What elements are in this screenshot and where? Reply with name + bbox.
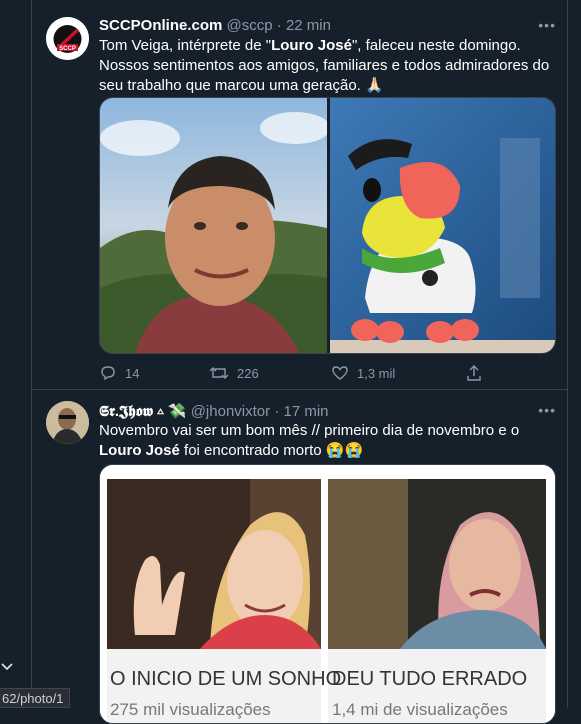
- more-options-icon[interactable]: •••: [538, 17, 556, 33]
- like-button[interactable]: 1,3 mil: [331, 364, 395, 382]
- timestamp[interactable]: 17 min: [283, 403, 328, 420]
- tweet-jhonvixtor[interactable]: 𝕾𝖗.𝕵𝖍𝖔𝖜 ▵ 💸 @jhonvixtor · 17 min ••• Nov…: [32, 391, 568, 724]
- handle[interactable]: @sccp: [227, 17, 273, 34]
- caption-left: O INICIO DE UM SONHO: [110, 668, 341, 690]
- money-emoji: 💸: [167, 403, 187, 420]
- avatar-jhonvixtor[interactable]: [46, 401, 89, 444]
- caption-right: DEU TUDO ERRADO: [332, 668, 527, 690]
- timeline: SCCP SCCPOnline.com @sccp · 22 min ••• T…: [31, 0, 568, 724]
- reply-icon: [101, 366, 115, 381]
- like-count: 1,3 mil: [357, 365, 396, 381]
- photo-tom-veiga[interactable]: [100, 98, 330, 354]
- photo-louro-jose[interactable]: [330, 98, 556, 354]
- share-button[interactable]: [465, 364, 483, 382]
- tweet-header: 𝕾𝖗.𝕵𝖍𝖔𝖜 ▵ 💸 @jhonvixtor · 17 min: [99, 403, 329, 420]
- tweet-text: Tom Veiga, intérprete de "Louro José", f…: [99, 37, 550, 94]
- tweet-sccp[interactable]: SCCP SCCPOnline.com @sccp · 22 min ••• T…: [32, 0, 568, 390]
- reply-count: 14: [125, 365, 140, 381]
- avatar-photo: [46, 401, 89, 444]
- tweet-actions: 14 226 1,3 mil: [99, 364, 489, 384]
- svg-text:SCCP: SCCP: [59, 46, 76, 52]
- more-options-icon[interactable]: •••: [538, 402, 556, 418]
- display-name[interactable]: SCCPOnline.com: [99, 17, 222, 34]
- avatar-sccp[interactable]: SCCP: [46, 17, 89, 60]
- photo-inicio[interactable]: [107, 479, 321, 649]
- heart-icon: [332, 366, 348, 380]
- scrollbar[interactable]: [569, 0, 581, 708]
- reply-button[interactable]: 14: [99, 364, 139, 382]
- display-name[interactable]: 𝕾𝖗.𝕵𝖍𝖔𝖜 ▵: [99, 403, 164, 420]
- status-url-tooltip: 62/photo/1: [0, 688, 71, 708]
- views-left: 275 mil visualizações: [110, 700, 271, 719]
- tweet-text: Novembro vai ser um bom mês // primeiro …: [99, 422, 520, 459]
- handle[interactable]: @jhonvixtor: [191, 403, 270, 420]
- tweet-media[interactable]: O INICIO DE UM SONHO DEU TUDO ERRADO 275…: [99, 464, 556, 724]
- retweet-button[interactable]: 226: [209, 364, 259, 382]
- timestamp[interactable]: 22 min: [286, 17, 331, 34]
- left-rail: [0, 0, 32, 708]
- retweet-icon: [209, 367, 229, 379]
- views-right: 1,4 mi de visualizações: [332, 700, 508, 719]
- chevron-down-icon[interactable]: [0, 660, 14, 674]
- photo-deu-errado[interactable]: [328, 479, 546, 649]
- retweet-count: 226: [237, 365, 259, 381]
- sccp-logo-icon: SCCP: [46, 17, 89, 60]
- tweet-media[interactable]: [99, 97, 556, 354]
- tweet-header: SCCPOnline.com @sccp · 22 min: [99, 17, 331, 34]
- share-icon: [467, 365, 481, 381]
